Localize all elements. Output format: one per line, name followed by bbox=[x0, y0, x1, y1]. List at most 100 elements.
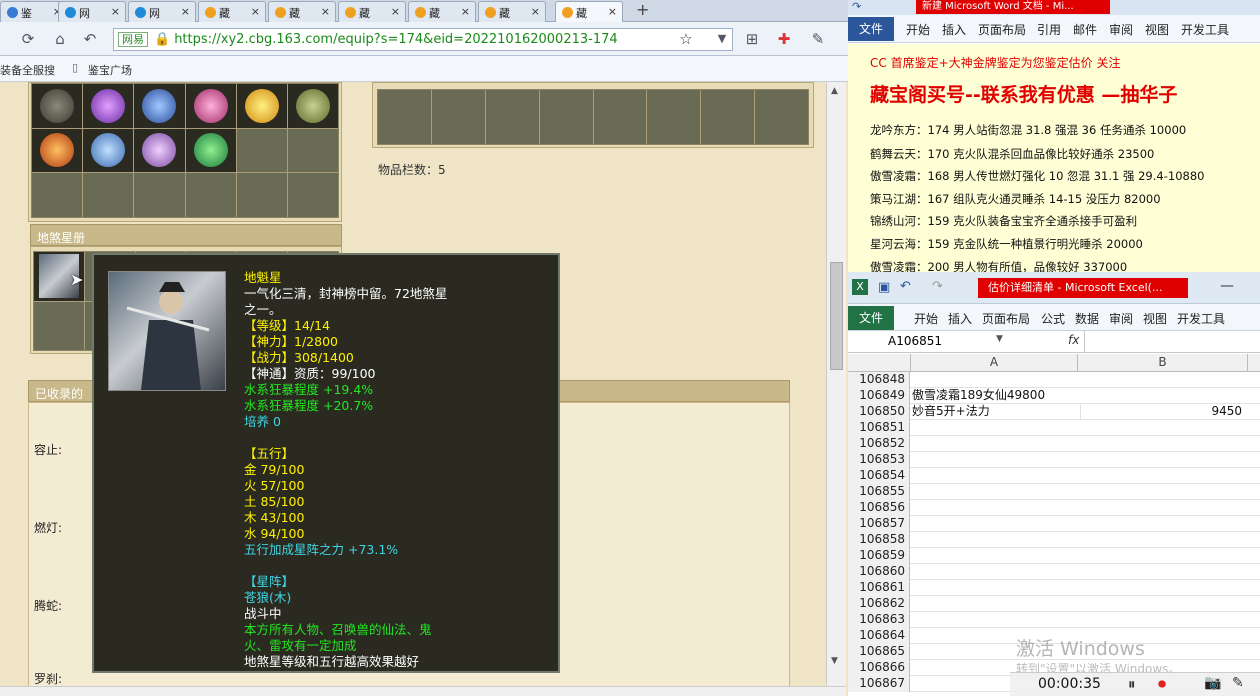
scroll-up-icon[interactable]: ▲ bbox=[831, 86, 838, 96]
formula-input[interactable] bbox=[1084, 331, 1260, 352]
undo-icon[interactable]: ↶ bbox=[80, 29, 100, 49]
fx-icon[interactable]: fx bbox=[1068, 333, 1079, 347]
ribbon-tab[interactable]: 开始 bbox=[914, 310, 938, 327]
ribbon-tab[interactable]: 页面布局 bbox=[982, 310, 1030, 327]
close-icon[interactable]: × bbox=[321, 5, 330, 18]
pause-icon[interactable]: ⏸ bbox=[1128, 675, 1136, 693]
row-number[interactable]: 106854 bbox=[848, 468, 910, 484]
chevron-down-icon[interactable]: ▼ bbox=[996, 334, 1003, 344]
row-number[interactable]: 106849 bbox=[848, 388, 910, 404]
sheet-row[interactable]: 106862 bbox=[848, 596, 1260, 612]
sheet-row[interactable]: 106863 bbox=[848, 612, 1260, 628]
sheet-row[interactable]: 106856 bbox=[848, 500, 1260, 516]
ribbon-tab[interactable]: 邮件 bbox=[1073, 21, 1097, 38]
row-number[interactable]: 106852 bbox=[848, 436, 910, 452]
column-header-b[interactable]: B bbox=[1078, 354, 1248, 372]
ribbon-tab[interactable]: 视图 bbox=[1145, 21, 1169, 38]
row-number[interactable]: 106862 bbox=[848, 596, 910, 612]
close-icon[interactable]: × bbox=[251, 5, 260, 18]
vertical-scrollbar[interactable]: ▲ ▼ bbox=[826, 82, 846, 686]
row-number[interactable]: 106857 bbox=[848, 516, 910, 532]
ribbon-tab[interactable]: 审阅 bbox=[1109, 21, 1133, 38]
browser-tab[interactable]: 网 × bbox=[58, 1, 126, 22]
row-number[interactable]: 106855 bbox=[848, 484, 910, 500]
game-icon[interactable]: ✚ bbox=[774, 29, 794, 49]
grid-icon[interactable]: ⊞ bbox=[742, 29, 762, 49]
row-number[interactable]: 106856 bbox=[848, 500, 910, 516]
chevron-down-icon[interactable]: ▼ bbox=[712, 29, 732, 49]
camera-icon[interactable]: 📷 bbox=[1204, 675, 1221, 691]
row-number[interactable]: 106851 bbox=[848, 420, 910, 436]
row-number[interactable]: 106863 bbox=[848, 612, 910, 628]
browser-tab[interactable]: 藏 × bbox=[198, 1, 266, 22]
tools-icon[interactable]: ✎ bbox=[808, 29, 828, 49]
row-number[interactable]: 106864 bbox=[848, 628, 910, 644]
ribbon-tab[interactable]: 插入 bbox=[942, 21, 966, 38]
close-icon[interactable]: × bbox=[461, 5, 470, 18]
row-number[interactable]: 106858 bbox=[848, 532, 910, 548]
row-number[interactable]: 106860 bbox=[848, 564, 910, 580]
browser-tab[interactable]: 网 × bbox=[128, 1, 196, 22]
ribbon-tab[interactable]: 开发工具 bbox=[1181, 21, 1229, 38]
name-box[interactable]: A106851 bbox=[888, 334, 942, 348]
file-tab[interactable]: 文件 bbox=[848, 17, 894, 41]
close-icon[interactable]: × bbox=[391, 5, 400, 18]
redo-icon[interactable]: ↷ bbox=[932, 279, 943, 294]
scroll-down-icon[interactable]: ▼ bbox=[831, 656, 838, 666]
close-icon[interactable]: × bbox=[111, 5, 120, 18]
star-icon[interactable]: ☆ bbox=[676, 29, 696, 49]
browser-tab-active[interactable]: 藏 × bbox=[555, 1, 623, 22]
sheet-row[interactable]: 106857 bbox=[848, 516, 1260, 532]
sheet-row[interactable]: 106855 bbox=[848, 484, 1260, 500]
ribbon-tab[interactable]: 引用 bbox=[1037, 21, 1061, 38]
row-number[interactable]: 106850 bbox=[848, 404, 910, 420]
browser-tab[interactable]: 藏 × bbox=[338, 1, 406, 22]
item-slot[interactable] bbox=[236, 84, 287, 128]
word-document[interactable]: CC 首席鉴定+大神金牌鉴定为您鉴定估价 关注 藏宝阁买号--联系我有优惠 —抽… bbox=[848, 44, 1260, 272]
item-slot[interactable] bbox=[185, 128, 236, 173]
sheet-row[interactable]: 106859 bbox=[848, 548, 1260, 564]
sheet-row[interactable]: 106849 傲雪凌霜189女仙49800 bbox=[848, 388, 1260, 404]
row-number[interactable]: 106866 bbox=[848, 660, 910, 676]
home-icon[interactable]: ⌂ bbox=[50, 29, 70, 49]
row-number[interactable]: 106865 bbox=[848, 644, 910, 660]
cell-b[interactable]: 9450 bbox=[1080, 404, 1246, 419]
ribbon-tab[interactable]: 开始 bbox=[906, 21, 930, 38]
undo-icon[interactable]: ↶ bbox=[900, 279, 911, 294]
save-icon[interactable]: ▣ bbox=[878, 280, 890, 295]
stop-record-icon[interactable]: ⏺ bbox=[1158, 674, 1166, 694]
reload-icon[interactable]: ⟳ bbox=[18, 29, 38, 49]
ribbon-tab[interactable]: 数据 bbox=[1075, 310, 1099, 327]
item-slot[interactable] bbox=[287, 84, 338, 128]
cell-a[interactable]: 妙音5开+法力 bbox=[912, 404, 1078, 419]
ribbon-tab[interactable]: 审阅 bbox=[1109, 310, 1133, 327]
item-slot[interactable] bbox=[83, 128, 134, 173]
sheet-row[interactable]: 106860 bbox=[848, 564, 1260, 580]
cell-a[interactable]: 傲雪凌霜189女仙49800 bbox=[912, 388, 1078, 403]
sheet-row[interactable]: 106851 bbox=[848, 420, 1260, 436]
file-tab[interactable]: 文件 bbox=[848, 306, 894, 330]
item-slot[interactable] bbox=[185, 84, 236, 128]
minimize-icon[interactable]: — bbox=[1220, 278, 1234, 294]
redo-icon[interactable]: ↷ bbox=[852, 0, 861, 13]
row-number[interactable]: 106848 bbox=[848, 372, 910, 388]
item-slot[interactable] bbox=[32, 84, 83, 128]
sheet-row[interactable]: 106854 bbox=[848, 468, 1260, 484]
ribbon-tab[interactable]: 页面布局 bbox=[978, 21, 1026, 38]
scroll-thumb[interactable] bbox=[830, 262, 843, 370]
new-tab-button[interactable]: + bbox=[636, 0, 649, 19]
close-icon[interactable]: × bbox=[531, 5, 540, 18]
column-header-a[interactable]: A bbox=[910, 354, 1078, 372]
item-slot[interactable] bbox=[134, 84, 185, 128]
ribbon-tab[interactable]: 开发工具 bbox=[1177, 310, 1225, 327]
pen-icon[interactable]: ✎ bbox=[1232, 675, 1244, 691]
close-icon[interactable]: × bbox=[181, 5, 190, 18]
item-slot[interactable] bbox=[32, 128, 83, 173]
sheet-row[interactable]: 106848 bbox=[848, 372, 1260, 388]
sheet-row[interactable]: 106853 bbox=[848, 452, 1260, 468]
close-icon[interactable]: × bbox=[608, 5, 617, 18]
row-number[interactable]: 106853 bbox=[848, 452, 910, 468]
sheet-row[interactable]: 106852 bbox=[848, 436, 1260, 452]
sheet-row[interactable]: 106858 bbox=[848, 532, 1260, 548]
sheet-row[interactable]: 106850 妙音5开+法力 9450 bbox=[848, 404, 1260, 420]
